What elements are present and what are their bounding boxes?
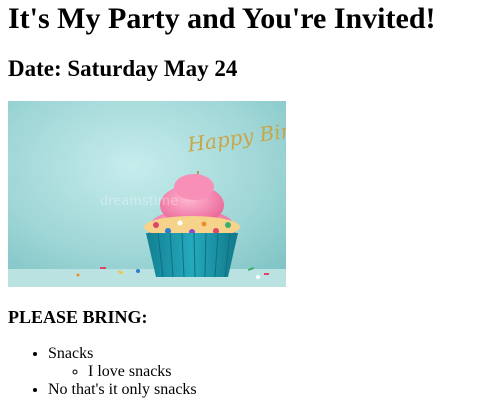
bring-list: Snacks I love snacks No that's it only s… xyxy=(8,345,470,399)
list-item-label: Snacks xyxy=(48,345,94,362)
list-item: Snacks I love snacks xyxy=(48,345,470,381)
bring-heading: PLEASE BRING: xyxy=(8,307,148,327)
cupcake-birthday-photo: Happy Birthday dreamstime xyxy=(8,101,286,287)
list-item: No that's it only snacks xyxy=(48,381,470,399)
page-title: It's My Party and You're Invited! xyxy=(8,2,436,35)
page-content: It's My Party and You're Invited! Date: … xyxy=(0,0,478,399)
sub-list: I love snacks xyxy=(48,363,470,381)
date-heading: Date: Saturday May 24 xyxy=(8,56,238,81)
sub-list-item-label: I love snacks xyxy=(88,363,172,380)
list-item-label: No that's it only snacks xyxy=(48,381,197,398)
watermark-text: dreamstime xyxy=(100,194,178,209)
sub-list-item: I love snacks xyxy=(88,363,470,381)
